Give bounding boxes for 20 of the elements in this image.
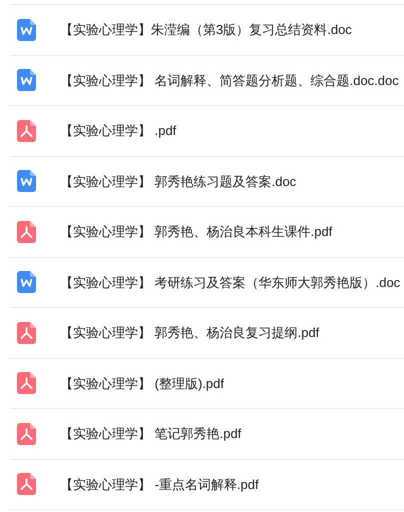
file-name[interactable]: 【实验心理学】 笔记郭秀艳.pdf — [60, 424, 242, 444]
word-document-icon — [17, 69, 36, 92]
pdf-document-icon — [17, 322, 36, 344]
pdf-document-icon — [17, 473, 36, 496]
word-document-icon — [17, 271, 36, 294]
pdf-document-icon — [17, 220, 36, 243]
file-name[interactable]: 【实验心理学】 郭秀艳、杨治良复习提纲.pdf — [60, 323, 320, 342]
file-name[interactable]: 【实验心理学】 郭秀艳、杨治良本科生课件.pdf — [60, 222, 332, 242]
file-name[interactable]: 【实验心理学】 -重点名词解释.pdf — [60, 474, 259, 494]
word-document-icon — [17, 18, 36, 41]
pdf-document-icon — [17, 120, 36, 142]
file-name[interactable]: 【实验心理学】 考研练习及答案（华东师大郭秀艳版）.doc — [60, 272, 400, 292]
file-name[interactable]: 【实验心理学】 郭秀艳练习题及答案.doc — [60, 172, 296, 191]
pdf-document-icon — [17, 422, 36, 445]
pdf-document-icon — [17, 372, 36, 394]
word-document-icon — [17, 170, 36, 192]
file-name[interactable]: 【实验心理学】 .pdf — [60, 121, 176, 140]
file-name[interactable]: 【实验心理学】 名词解释、简答题分析题、综合题.doc.doc — [60, 70, 399, 90]
file-name[interactable]: 【实验心理学】 (整理版).pdf — [60, 374, 224, 393]
file-name[interactable]: 【实验心理学】朱滢编（第3版）复习总结资料.doc — [60, 20, 352, 40]
